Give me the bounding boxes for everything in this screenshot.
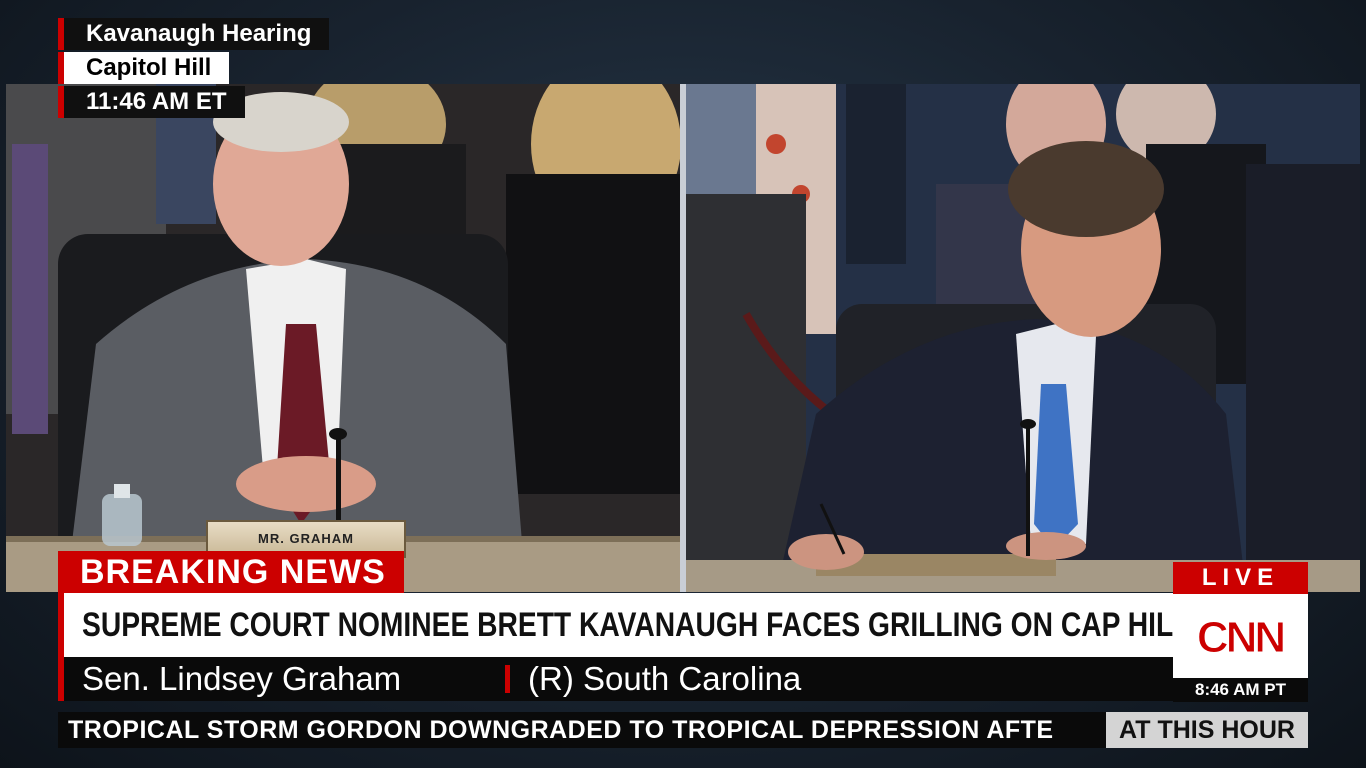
location-bug: Kavanaugh Hearing Capitol Hill 11:46 AM … bbox=[58, 18, 330, 120]
speaker-name: Sen. Lindsey Graham bbox=[82, 660, 402, 697]
speaker-affiliation: (R) South Carolina bbox=[528, 660, 802, 697]
live-badge: LIVE bbox=[1173, 562, 1308, 594]
cnn-logo-icon: CNN bbox=[1196, 613, 1287, 663]
location-time: 11:46 AM ET bbox=[58, 86, 245, 118]
news-ticker: TROPICAL STORM GORDON DOWNGRADED TO TROP… bbox=[58, 712, 1308, 748]
nameplate-separator bbox=[505, 665, 510, 693]
location-title: Kavanaugh Hearing bbox=[58, 18, 330, 50]
video-feed-left: MR. GRAHAM bbox=[6, 84, 680, 592]
cnn-logo: CNN bbox=[1173, 594, 1308, 678]
headline-text: SUPREME COURT NOMINEE BRETT KAVANAUGH FA… bbox=[82, 606, 1191, 644]
show-name: AT THIS HOUR bbox=[1106, 712, 1308, 748]
video-right-scene bbox=[686, 84, 1360, 592]
ticker-text: TROPICAL STORM GORDON DOWNGRADED TO TROP… bbox=[68, 716, 1054, 744]
video-left-scene bbox=[6, 84, 680, 592]
breaking-news-tag: BREAKING NEWS bbox=[58, 551, 404, 593]
clock-pt: 8:46 AM PT bbox=[1173, 678, 1308, 702]
headline-banner: SUPREME COURT NOMINEE BRETT KAVANAUGH FA… bbox=[58, 593, 1190, 657]
cnn-logo-text: CNN bbox=[1197, 613, 1284, 662]
location-place: Capitol Hill bbox=[58, 52, 230, 84]
speaker-nameplate: Sen. Lindsey Graham (R) South Carolina bbox=[58, 657, 1174, 701]
video-feed-right bbox=[686, 84, 1360, 592]
